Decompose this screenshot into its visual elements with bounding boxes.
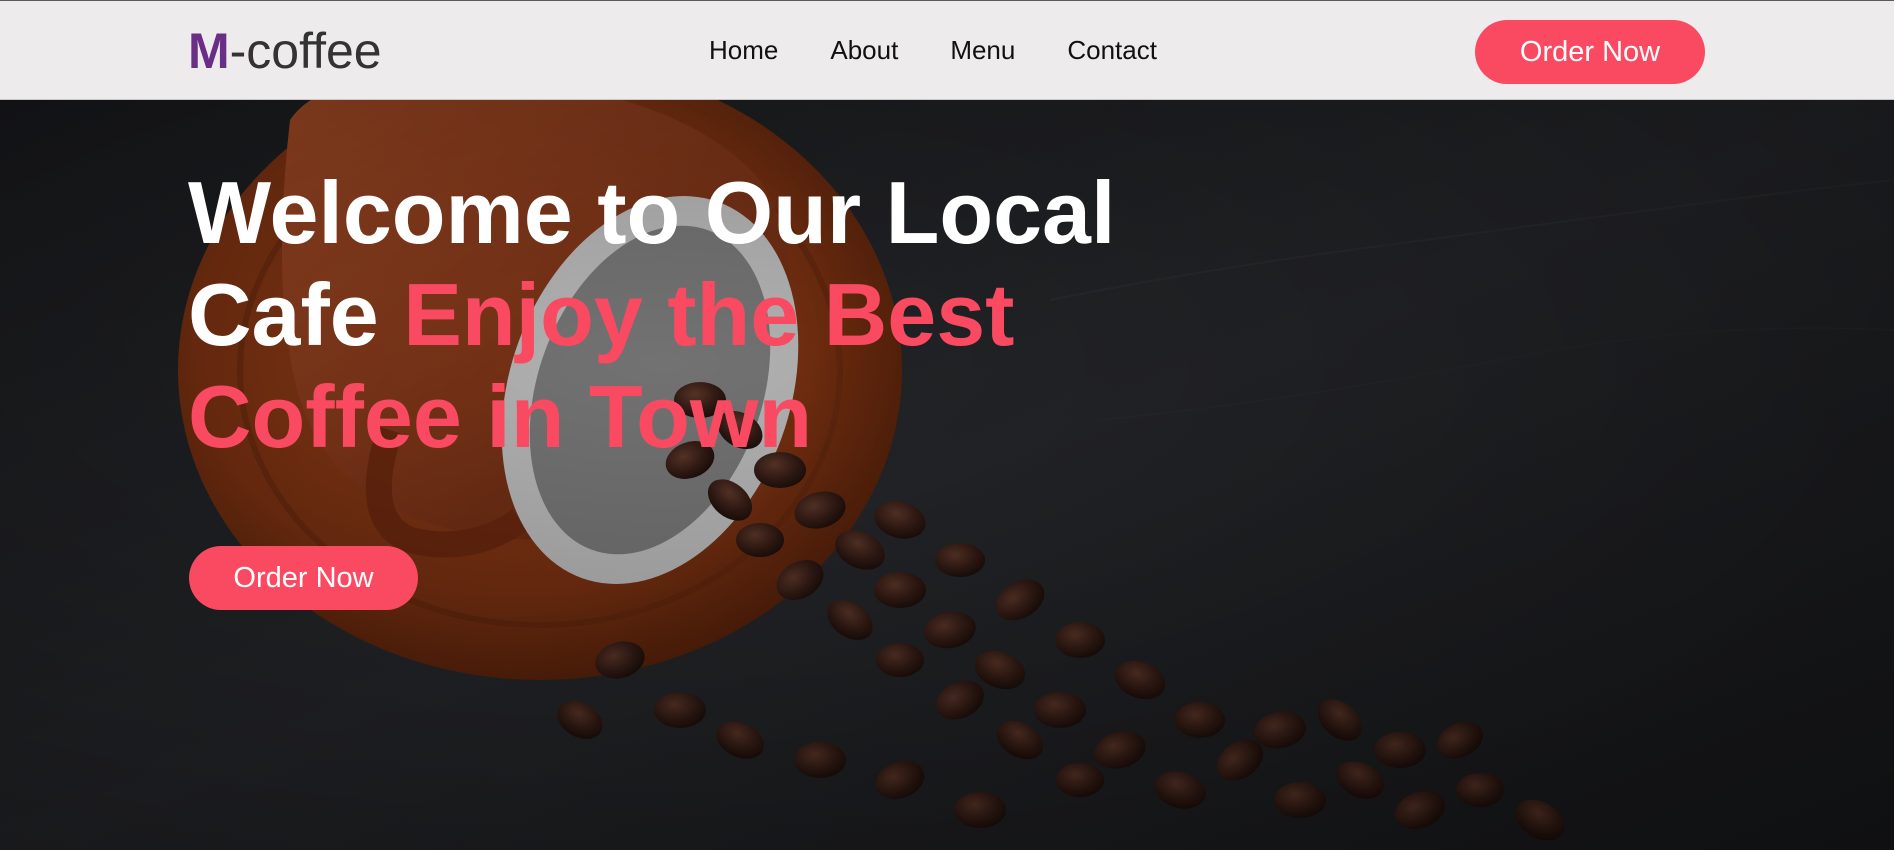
hero-order-now-button[interactable]: Order Now (189, 546, 418, 610)
hero-section: Welcome to Our Local Cafe Enjoy the Best… (0, 100, 1894, 850)
main-nav: Home About Menu Contact (709, 32, 1157, 68)
site-header: M-coffee Home About Menu Contact Order N… (0, 0, 1894, 100)
hero-title: Welcome to Our Local Cafe Enjoy the Best… (188, 162, 1148, 468)
nav-link-contact[interactable]: Contact (1067, 32, 1157, 68)
header-order-now-button[interactable]: Order Now (1475, 20, 1705, 84)
logo[interactable]: M-coffee (188, 20, 382, 82)
logo-mark: M (188, 23, 230, 79)
nav-link-about[interactable]: About (830, 32, 898, 68)
nav-link-home[interactable]: Home (709, 32, 778, 68)
nav-link-menu[interactable]: Menu (950, 32, 1015, 68)
logo-text: -coffee (229, 23, 382, 79)
